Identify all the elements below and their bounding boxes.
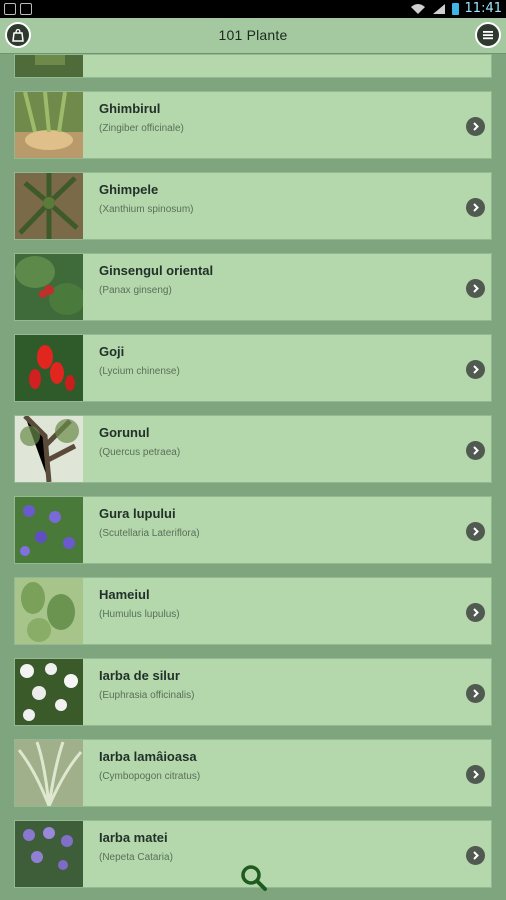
status-time: 11:41: [464, 1, 502, 16]
status-bar: 11:41: [0, 0, 506, 18]
plant-latin-name: (Panax ginseng): [99, 285, 172, 296]
plant-name: Iarba matei: [99, 830, 168, 845]
bag-notification-icon: [4, 3, 16, 15]
plant-thumbnail: [15, 55, 83, 77]
plant-name: Hameiul: [99, 587, 150, 602]
wifi-icon: [410, 3, 425, 14]
list-item[interactable]: Iarba de silur (Euphrasia officinalis): [14, 658, 492, 726]
plant-name: Iarba lamâioasa: [99, 749, 197, 764]
search-icon: [241, 865, 267, 891]
plant-thumbnail: [15, 254, 83, 320]
plant-latin-name: (Xanthium spinosum): [99, 204, 194, 215]
page-title: 101 Plante: [218, 27, 288, 43]
plant-thumbnail: [15, 659, 83, 725]
chevron-right-icon[interactable]: [466, 198, 485, 217]
plant-latin-name: (Euphrasia officinalis): [99, 690, 195, 701]
plant-latin-name: (Nepeta Cataria): [99, 852, 173, 863]
chevron-right-icon[interactable]: [466, 765, 485, 784]
chevron-right-icon[interactable]: [466, 441, 485, 460]
plant-name: Gorunul: [99, 425, 150, 440]
chevron-right-icon[interactable]: [466, 279, 485, 298]
plant-latin-name: (Lycium chinense): [99, 366, 180, 377]
plant-latin-name: (Zingiber officinale): [99, 123, 184, 134]
plant-thumbnail: [15, 92, 83, 158]
search-button[interactable]: [239, 863, 269, 893]
plant-thumbnail: [15, 173, 83, 239]
menu-icon: [483, 31, 493, 40]
app-header: 101 Plante: [0, 18, 506, 54]
plant-latin-name: (Cymbopogon citratus): [99, 771, 201, 782]
signal-icon: [432, 3, 445, 14]
plant-name: Iarba de silur: [99, 668, 180, 683]
plant-list[interactable]: Ghimbirul (Zingiber officinale) Ghimpele…: [14, 54, 494, 900]
chevron-right-icon[interactable]: [466, 846, 485, 865]
chevron-right-icon[interactable]: [466, 522, 485, 541]
plant-name: Goji: [99, 344, 125, 359]
plant-thumbnail: [15, 416, 83, 482]
plant-name: Ghimpele: [99, 182, 159, 197]
list-item[interactable]: Ghimbirul (Zingiber officinale): [14, 91, 492, 159]
list-item[interactable]: Ghimpele (Xanthium spinosum): [14, 172, 492, 240]
chevron-right-icon[interactable]: [466, 684, 485, 703]
chevron-right-icon[interactable]: [466, 360, 485, 379]
plant-thumbnail: [15, 821, 83, 887]
image-notification-icon: [20, 3, 32, 15]
plant-latin-name: (Quercus petraea): [99, 447, 181, 458]
list-item[interactable]: Gura lupului (Scutellaria Lateriflora): [14, 496, 492, 564]
list-item[interactable]: Hameiul (Humulus lupulus): [14, 577, 492, 645]
battery-icon: [451, 2, 459, 15]
plant-thumbnail: [15, 335, 83, 401]
menu-button[interactable]: [475, 22, 501, 48]
plant-name: Ginsengul oriental: [99, 263, 214, 278]
list-item-partial[interactable]: [14, 54, 492, 78]
list-item[interactable]: Gorunul (Quercus petraea): [14, 415, 492, 483]
plant-latin-name: (Humulus lupulus): [99, 609, 180, 620]
plant-thumbnail: [15, 497, 83, 563]
plant-name: Gura lupului: [99, 506, 176, 521]
plant-latin-name: (Scutellaria Lateriflora): [99, 528, 200, 539]
list-item[interactable]: Goji (Lycium chinense): [14, 334, 492, 402]
plant-name: Ghimbirul: [99, 101, 161, 116]
plant-thumbnail: [15, 578, 83, 644]
list-item[interactable]: Ginsengul oriental (Panax ginseng): [14, 253, 492, 321]
chevron-right-icon[interactable]: [466, 603, 485, 622]
plant-thumbnail: [15, 740, 83, 806]
list-item[interactable]: Iarba lamâioasa (Cymbopogon citratus): [14, 739, 492, 807]
chevron-right-icon[interactable]: [466, 117, 485, 136]
